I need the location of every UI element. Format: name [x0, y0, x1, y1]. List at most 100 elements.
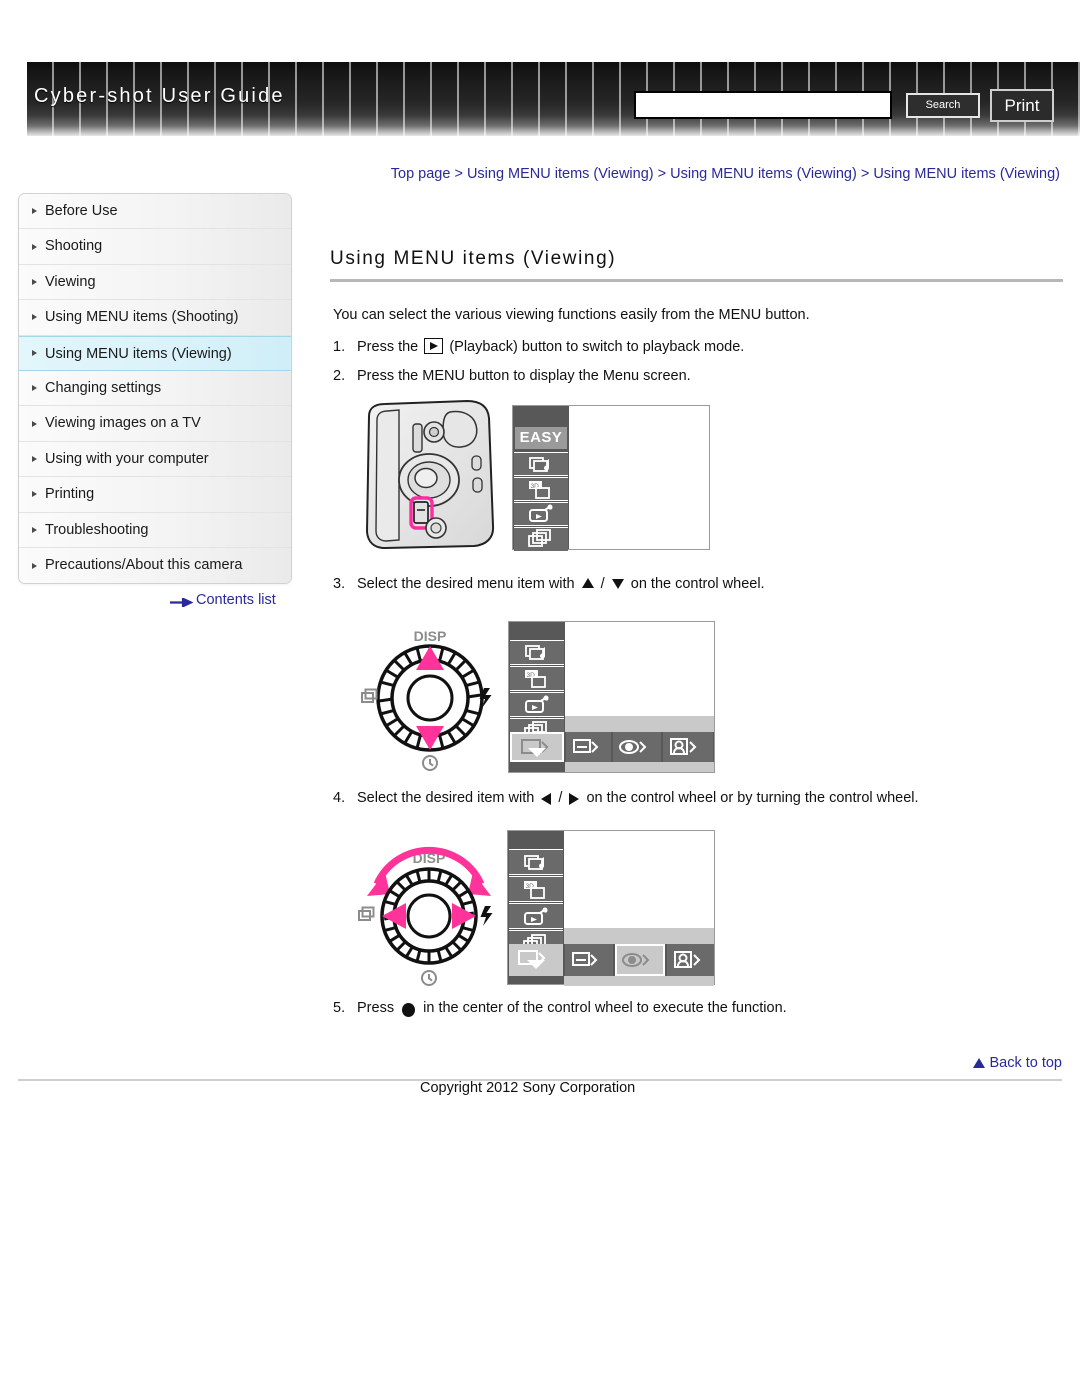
bottom-icon-delete[interactable] [510, 732, 564, 762]
menu-icon-send-by-tv[interactable] [510, 692, 564, 717]
right-arrow-icon [569, 793, 580, 806]
chevron-right-icon [32, 350, 37, 357]
sidebar-item-label: Using MENU items (Viewing) [45, 345, 232, 362]
chevron-right-icon [32, 420, 37, 427]
step-3-post: on the control wheel. [630, 576, 765, 592]
sidebar-item-viewing[interactable]: Viewing [19, 264, 291, 301]
down-arrow-icon [611, 579, 624, 590]
step-2-number: 2. [333, 368, 346, 384]
back-to-top-label: Back to top [989, 1055, 1062, 1071]
menu-icon-view-mode[interactable] [514, 527, 568, 551]
sidebar-item-troubleshooting[interactable]: Troubleshooting [19, 512, 291, 548]
sidebar-item-before-use[interactable]: Before Use [19, 194, 291, 230]
sidebar-item-viewing-images-on-a-tv[interactable]: Viewing images on a TV [19, 406, 291, 442]
menu-icon-slideshow-music[interactable] [509, 849, 563, 875]
sidebar-item-label: Viewing images on a TV [45, 415, 201, 432]
sidebar-item-label: Before Use [45, 203, 118, 219]
step-1: 1. Press the (Playback) button to switch … [333, 338, 744, 355]
center-button-icon [402, 1003, 416, 1018]
step-3-mid: / [600, 576, 605, 592]
sidebar-item-label: Precautions/About this camera [45, 556, 243, 573]
step-5-pre: Press [357, 1000, 395, 1016]
page-title: Using MENU items (Viewing) [330, 248, 617, 269]
chevron-right-icon [32, 314, 37, 321]
copyright-text: Copyright 2012 Sony Corporation [420, 1080, 636, 1096]
contents-list-link[interactable]: Contents list [170, 592, 276, 608]
step-1-number: 1. [333, 339, 346, 355]
chevron-right-icon [32, 526, 37, 533]
figure-wheel-leftright: DISP 3D [357, 828, 715, 988]
chevron-right-icon [32, 243, 37, 250]
step-2-pre: Press the MENU button to display the Men… [357, 368, 691, 384]
image-index-icon [358, 906, 375, 921]
sidebar-item-precautions-about-this-camera[interactable]: Precautions/About this camera [19, 547, 291, 584]
search-input[interactable] [634, 91, 892, 119]
menu-icon-3d-viewing[interactable]: 3D [514, 477, 568, 501]
intro-paragraph: You can select the various viewing funct… [333, 307, 810, 323]
step-4-mid: / [558, 790, 563, 806]
step-4: 4. Select the desired item with / on the … [333, 790, 919, 806]
menu-icon-3d-viewing[interactable]: 3D [509, 876, 563, 902]
sidebar-item-label: Using MENU items (Shooting) [45, 309, 239, 326]
step-5-post: in the center of the control wheel to ex… [423, 1000, 787, 1016]
step-3-pre: Select the desired menu item with [357, 576, 575, 592]
menu-icon-slideshow-music[interactable] [510, 640, 564, 665]
easy-mode-tag: EASY [515, 427, 567, 449]
bottom-icon-protect[interactable] [566, 732, 611, 762]
sidebar-item-using-menu-items-shooting[interactable]: Using MENU items (Shooting) [19, 300, 291, 336]
sidebar-item-using-with-your-computer[interactable]: Using with your computer [19, 441, 291, 478]
self-timer-icon [422, 755, 438, 771]
scroll-down-caret-icon [527, 960, 545, 969]
chevron-right-icon [32, 208, 37, 215]
back-to-top-link[interactable]: Back to top [973, 1055, 1062, 1071]
bottom-icon-beauty-effect[interactable] [667, 944, 714, 976]
scroll-down-caret-icon [528, 748, 546, 757]
bottom-icon-beauty-effect[interactable] [663, 732, 713, 762]
flash-icon [480, 906, 493, 926]
sidebar-item-label: Shooting [45, 238, 103, 255]
sidebar-item-label: Changing settings [45, 379, 162, 396]
step-4-post: on the control wheel or by turning the c… [586, 790, 919, 806]
up-arrow-icon [581, 578, 594, 589]
figure-camera-menu: EASY 3D [355, 398, 715, 558]
sidebar-item-changing-settings[interactable]: Changing settings [19, 370, 291, 407]
bottom-icon-red-eye-correction[interactable] [613, 732, 661, 762]
lcd-menu-screen-2: 3D [508, 621, 715, 773]
sidebar-item-label: Troubleshooting [45, 521, 149, 538]
sidebar-item-using-menu-items-viewing[interactable]: Using MENU items (Viewing) [19, 335, 291, 371]
chevron-right-icon [32, 491, 37, 498]
breadcrumb[interactable]: Top page > Using MENU items (Viewing) > … [320, 163, 1060, 185]
chevron-right-icon [32, 385, 37, 392]
sidebar-nav: Before Use Shooting Viewing Using MENU item… [18, 193, 292, 585]
sidebar-item-printing[interactable]: Printing [19, 477, 291, 513]
lcd-menu-screen-1: EASY 3D [512, 405, 710, 551]
menu-icon-3d-viewing[interactable]: 3D [510, 666, 564, 691]
sidebar-item-label: Viewing [45, 273, 96, 290]
step-5-number: 5. [333, 1000, 346, 1016]
step-2: 2. Press the MENU button to display the M… [333, 368, 691, 384]
print-button[interactable]: Print [990, 89, 1054, 122]
camera-back-illustration [365, 399, 495, 550]
image-index-icon [361, 688, 378, 703]
search-button[interactable]: Search [906, 93, 980, 118]
step-5: 5. Press in the center of the control whe… [333, 1000, 787, 1018]
lcd-menu-screen-3: 3D [507, 830, 715, 986]
playback-button-icon [424, 338, 444, 355]
triangle-up-icon [973, 1058, 986, 1068]
sidebar-item-label: Printing [45, 486, 95, 503]
bottom-icon-protect[interactable] [565, 944, 613, 976]
menu-icon-slideshow-music[interactable] [514, 452, 568, 476]
step-4-pre: Select the desired item with [357, 790, 535, 806]
menu-icon-send-by-tv[interactable] [514, 502, 568, 526]
bottom-icon-red-eye-correction[interactable] [615, 944, 665, 976]
sidebar-item-shooting[interactable]: Shooting [19, 229, 291, 265]
sidebar-item-label: Using with your computer [45, 450, 209, 467]
menu-icon-send-by-tv[interactable] [509, 903, 563, 929]
step-1-pre: Press the [357, 339, 419, 355]
control-wheel-updown-illustration: DISP [361, 628, 492, 771]
self-timer-icon [421, 970, 437, 986]
chevron-right-icon [32, 278, 37, 285]
figure-wheel-updown: DISP 3D [360, 618, 715, 773]
step-3-number: 3. [333, 576, 346, 592]
arrow-right-icon [170, 595, 194, 608]
